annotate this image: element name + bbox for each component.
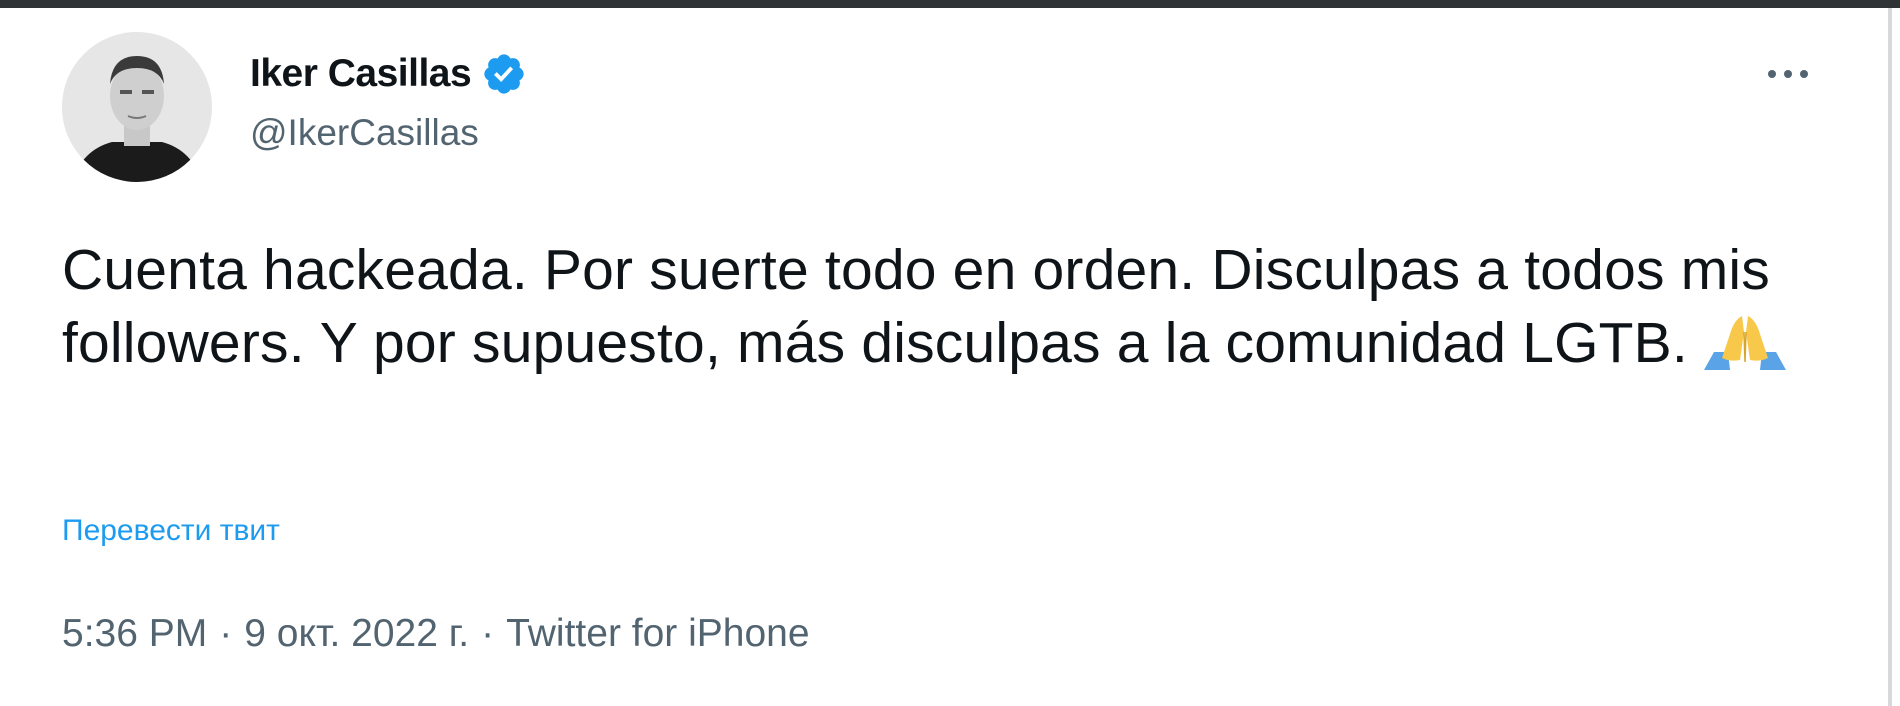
meta-separator: · xyxy=(481,612,495,655)
more-options-icon xyxy=(1768,70,1808,78)
window-top-border xyxy=(0,0,1900,8)
tweet-time[interactable]: 5:36 PM xyxy=(62,612,207,656)
tweet-card: Iker Casillas @IkerCasillas Cuenta hacke… xyxy=(0,8,1892,706)
author-name-row: Iker Casillas xyxy=(250,48,527,100)
tweet-text: Cuenta hackeada. Por suerte todo en orde… xyxy=(62,238,1770,375)
meta-separator: · xyxy=(219,612,233,655)
tweet-meta-row: 5:36 PM · 9 окт. 2022 г. · Twitter for i… xyxy=(62,612,810,656)
avatar[interactable] xyxy=(62,32,212,182)
tweet-date[interactable]: 9 окт. 2022 г. xyxy=(244,612,469,656)
author-display-name[interactable]: Iker Casillas xyxy=(250,52,472,96)
folded-hands-icon xyxy=(1700,312,1790,372)
avatar-photo-icon xyxy=(62,32,212,182)
more-options-button[interactable] xyxy=(1748,54,1828,94)
translate-tweet-link[interactable]: Перевести твит xyxy=(62,514,280,548)
author-handle[interactable]: @IkerCasillas xyxy=(250,112,479,154)
verified-badge-icon xyxy=(481,51,527,97)
tweet-source[interactable]: Twitter for iPhone xyxy=(506,612,809,656)
tweet-text-block: Cuenta hackeada. Por suerte todo en orde… xyxy=(62,234,1822,380)
